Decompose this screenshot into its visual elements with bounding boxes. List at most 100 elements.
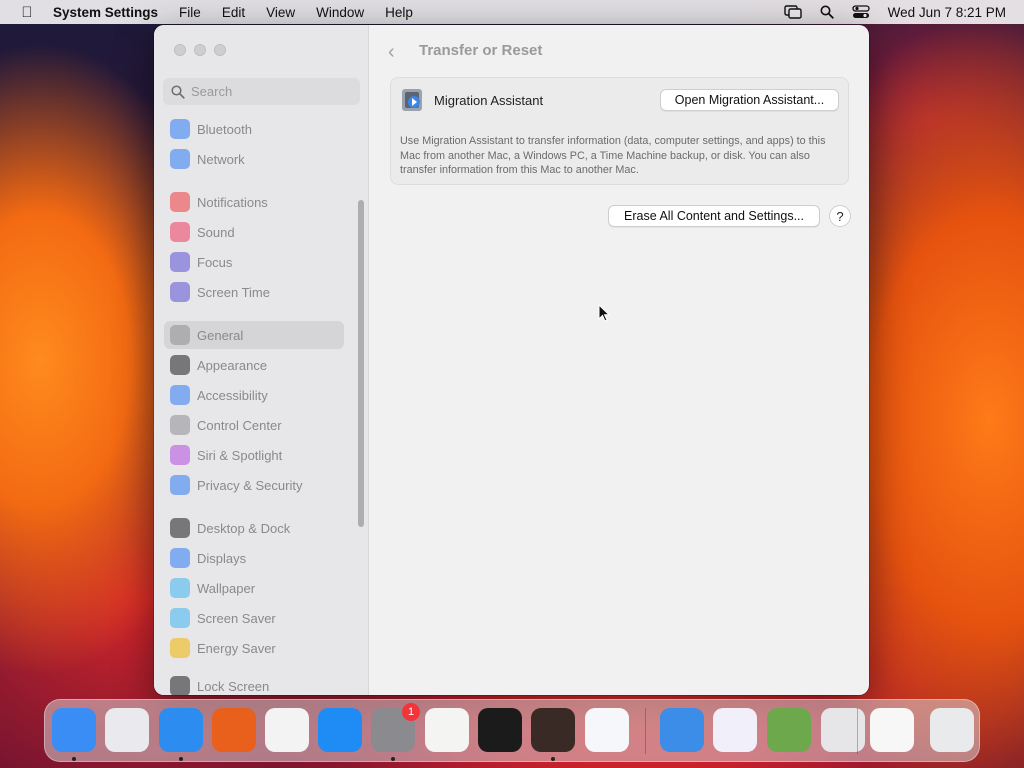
sidebar-item-accessibility[interactable]: Accessibility — [164, 381, 344, 409]
apple-menu-icon[interactable]:  — [16, 4, 38, 21]
sidebar-item-network[interactable]: Network — [164, 145, 344, 173]
sidebar-item-label: Displays — [197, 550, 247, 566]
dock-firefox-icon[interactable] — [212, 708, 256, 752]
dock-running-indicator — [72, 757, 76, 761]
bluetooth-icon — [170, 119, 190, 139]
open-migration-assistant-button[interactable]: Open Migration Assistant... — [660, 89, 839, 111]
menu-app-name[interactable]: System Settings — [53, 5, 158, 20]
menu-help[interactable]: Help — [385, 5, 413, 20]
mouse-cursor-icon — [598, 304, 610, 322]
page-title: Transfer or Reset — [419, 42, 543, 59]
menu-bar:  System Settings File Edit View Window … — [0, 0, 1024, 24]
sidebar-item-privacy-security[interactable]: Privacy & Security — [164, 471, 344, 499]
dock-textedit-icon[interactable] — [425, 708, 469, 752]
battery-icon — [170, 638, 190, 658]
window-controls — [174, 44, 226, 56]
control-center-icon[interactable] — [852, 5, 870, 19]
sidebar-item-displays[interactable]: Displays — [164, 544, 344, 572]
hourglass-icon — [170, 282, 190, 302]
back-chevron-icon[interactable]: ‹ — [388, 41, 395, 64]
dock-finder-icon[interactable] — [52, 708, 96, 752]
globe-icon — [170, 149, 190, 169]
dock-separator — [645, 708, 646, 754]
accessibility-icon — [170, 385, 190, 405]
sidebar-item-siri-spotlight[interactable]: Siri & Spotlight — [164, 441, 344, 469]
sidebar-item-control-center[interactable]: Control Center — [164, 411, 344, 439]
dock-safari-icon[interactable] — [159, 708, 203, 752]
system-settings-window: Search Bluetooth Network Notifications Soun… — [154, 25, 869, 695]
sidebar-item-screen-saver[interactable]: Screen Saver — [164, 604, 344, 632]
sidebar-item-label: Network — [197, 151, 245, 167]
speaker-icon — [170, 222, 190, 242]
moon-icon — [170, 252, 190, 272]
sidebar-item-screen-time[interactable]: Screen Time — [164, 278, 344, 306]
sidebar-item-label: Siri & Spotlight — [197, 447, 283, 463]
sidebar-item-label: Energy Saver — [197, 640, 276, 656]
sidebar-item-desktop-dock[interactable]: Desktop & Dock — [164, 514, 344, 542]
dock-terminal-icon[interactable] — [478, 708, 522, 752]
minimize-button[interactable] — [194, 44, 206, 56]
dock-badge: 1 — [402, 703, 420, 721]
sidebar-item-appearance[interactable]: Appearance — [164, 351, 344, 379]
sidebar-item-label: Privacy & Security — [197, 477, 303, 493]
desktop-icon — [170, 518, 190, 538]
screen-mirroring-icon[interactable] — [783, 5, 802, 19]
menu-view[interactable]: View — [266, 5, 295, 20]
sidebar-item-label: Bluetooth — [197, 121, 252, 137]
menu-clock[interactable]: Wed Jun 7 8:21 PM — [888, 5, 1006, 20]
search-input[interactable]: Search — [163, 78, 360, 105]
siri-icon — [170, 445, 190, 465]
control-center-icon — [170, 415, 190, 435]
erase-all-content-button[interactable]: Erase All Content and Settings... — [608, 205, 820, 227]
sidebar-item-focus[interactable]: Focus — [164, 248, 344, 276]
dock-trash-icon[interactable] — [930, 708, 974, 752]
sidebar-item-label: General — [197, 327, 244, 343]
sidebar-item-label: Screen Saver — [197, 610, 276, 626]
search-placeholder: Search — [191, 84, 233, 99]
sidebar-item-energy-saver[interactable]: Energy Saver — [164, 634, 344, 662]
dock-app-store-icon[interactable] — [318, 708, 362, 752]
gear-icon — [170, 325, 190, 345]
dock: 1 — [44, 699, 980, 762]
appearance-icon — [170, 355, 190, 375]
sidebar-item-notifications[interactable]: Notifications — [164, 188, 344, 216]
help-button[interactable]: ? — [829, 205, 851, 227]
zoom-button[interactable] — [214, 44, 226, 56]
spotlight-search-icon[interactable] — [818, 5, 836, 19]
sidebar: Search Bluetooth Network Notifications Soun… — [154, 25, 369, 695]
sidebar-item-general[interactable]: General — [164, 321, 344, 349]
dock-downloads-icon[interactable] — [870, 708, 914, 752]
sidebar-item-sound[interactable]: Sound — [164, 218, 344, 246]
migration-assistant-description: Use Migration Assistant to transfer info… — [400, 135, 826, 176]
sidebar-scrollbar[interactable] — [358, 200, 364, 527]
sidebar-item-label: Screen Time — [197, 284, 270, 300]
sidebar-item-label: Lock Screen — [197, 678, 270, 694]
sidebar-item-label: Wallpaper — [197, 580, 256, 596]
dock-running-indicator — [551, 757, 555, 761]
menu-window[interactable]: Window — [316, 5, 364, 20]
sidebar-item-label: Sound — [197, 224, 235, 240]
dock-imovie-icon[interactable] — [713, 708, 757, 752]
dock-garageband-icon[interactable] — [531, 708, 575, 752]
dock-minecraft-icon[interactable] — [767, 708, 811, 752]
lock-icon — [170, 676, 190, 695]
sidebar-item-wallpaper[interactable]: Wallpaper — [164, 574, 344, 602]
dock-visual-studio-code-icon[interactable] — [585, 708, 629, 752]
sidebar-item-lock-screen[interactable]: Lock Screen — [164, 672, 344, 695]
dock-quicktime-player-icon[interactable] — [660, 708, 704, 752]
sidebar-item-label: Accessibility — [197, 387, 268, 403]
dock-utility-icon[interactable] — [821, 708, 865, 752]
menu-edit[interactable]: Edit — [222, 5, 245, 20]
content-pane: ‹ Transfer or Reset Migration Assistant … — [370, 25, 869, 695]
dock-launchpad-icon[interactable] — [105, 708, 149, 752]
sidebar-item-bluetooth[interactable]: Bluetooth — [164, 115, 344, 143]
sun-icon — [170, 548, 190, 568]
sidebar-item-label: Notifications — [197, 194, 268, 210]
hand-icon — [170, 475, 190, 495]
close-button[interactable] — [174, 44, 186, 56]
dock-running-indicator — [391, 757, 395, 761]
migration-assistant-icon — [402, 89, 422, 111]
sidebar-item-label: Focus — [197, 254, 233, 270]
menu-file[interactable]: File — [179, 5, 201, 20]
dock-chrome-icon[interactable] — [265, 708, 309, 752]
